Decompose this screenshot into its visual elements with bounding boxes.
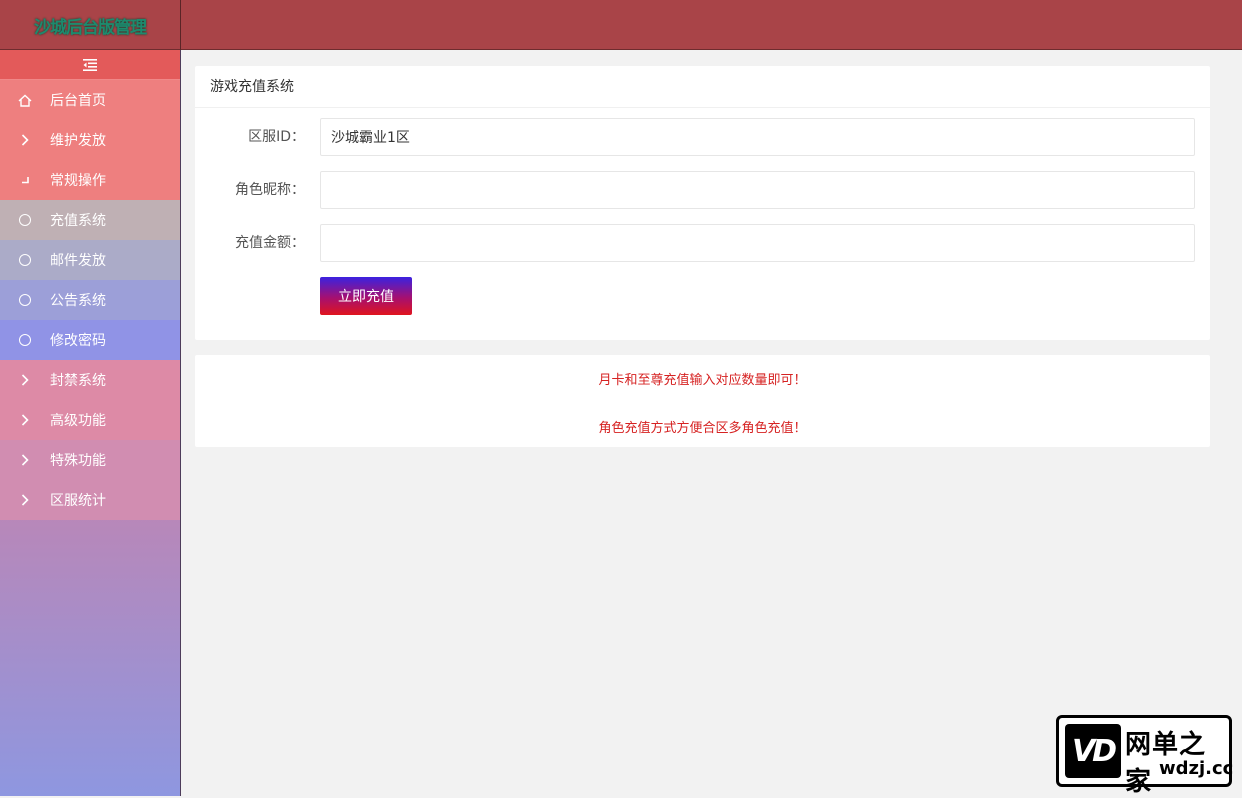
logo[interactable]: 沙城后台版管理: [0, 0, 181, 50]
circle-icon: [18, 213, 32, 227]
sidebar-item-label: 高级功能: [50, 413, 106, 429]
sidebar-item-label: 维护发放: [50, 133, 106, 149]
amount-input[interactable]: [320, 224, 1195, 262]
watermark-en-text: wdzj.cc: [1159, 758, 1234, 779]
sidebar-item-label: 后台首页: [50, 93, 106, 109]
sidebar-toggle-button[interactable]: [0, 50, 180, 80]
sidebar-item-home[interactable]: 后台首页: [0, 80, 180, 120]
chevron-down-icon: [18, 173, 32, 187]
server-id-row: 区服ID：: [195, 118, 1210, 156]
watermark-badge: VD 网单之家 wdzj.cc: [1056, 715, 1234, 797]
notice-line-2: 角色充值方式方便合区多角色充值！: [598, 421, 807, 436]
notice-card: 月卡和至尊充值输入对应数量即可！ 角色充值方式方便合区多角色充值！: [195, 355, 1210, 447]
role-name-label: 角色昵称：: [235, 182, 305, 198]
sidebar-item-label: 常规操作: [50, 173, 106, 189]
chevron-right-icon: [18, 453, 32, 467]
circle-icon: [18, 333, 32, 347]
circle-icon: [18, 293, 32, 307]
top-header: 沙城后台版管理: [0, 0, 1242, 50]
sidebar-item-maintenance[interactable]: 维护发放: [0, 120, 180, 160]
sidebar-item-password[interactable]: 修改密码: [0, 320, 180, 360]
sidebar-item-label: 公告系统: [50, 293, 106, 309]
amount-label: 充值金额：: [235, 235, 305, 251]
sidebar-item-special[interactable]: 特殊功能: [0, 440, 180, 480]
sidebar-item-label: 区服统计: [50, 493, 106, 509]
menu-fold-icon: [83, 58, 97, 71]
sidebar-item-label: 特殊功能: [50, 453, 106, 469]
submit-recharge-button[interactable]: 立即充值: [320, 277, 412, 315]
sidebar-item-advanced[interactable]: 高级功能: [0, 400, 180, 440]
sidebar-item-label: 封禁系统: [50, 373, 106, 389]
role-name-row: 角色昵称：: [195, 171, 1210, 209]
sidebar-item-regular-ops[interactable]: 常规操作: [0, 160, 180, 200]
sidebar-item-server-stats[interactable]: 区服统计: [0, 480, 180, 520]
sidebar-item-mail[interactable]: 邮件发放: [0, 240, 180, 280]
sidebar-item-label: 邮件发放: [50, 253, 106, 269]
watermark-logo-mark: VD: [1065, 724, 1121, 778]
circle-icon: [18, 253, 32, 267]
server-id-label: 区服ID：: [248, 129, 305, 145]
sidebar-item-ban[interactable]: 封禁系统: [0, 360, 180, 400]
card-title: 游戏充值系统: [195, 66, 1210, 108]
notice-line-1: 月卡和至尊充值输入对应数量即可！: [598, 373, 807, 388]
sidebar-item-label: 修改密码: [50, 333, 106, 349]
chevron-right-icon: [18, 413, 32, 427]
recharge-form-card: 游戏充值系统 区服ID： 角色昵称： 充值金额： 立即充值: [195, 66, 1210, 340]
sidebar-item-recharge[interactable]: 充值系统: [0, 200, 180, 240]
logo-text: 沙城后台版管理: [34, 17, 147, 38]
sidebar: 后台首页 维护发放 常规操作 充值系统 邮件发放 公告系统 修改密码 封禁系统: [0, 50, 181, 796]
chevron-right-icon: [18, 373, 32, 387]
home-icon: [18, 93, 32, 107]
sidebar-item-label: 充值系统: [50, 213, 106, 229]
sidebar-item-announcement[interactable]: 公告系统: [0, 280, 180, 320]
role-name-input[interactable]: [320, 171, 1195, 209]
chevron-right-icon: [18, 493, 32, 507]
server-id-input[interactable]: [320, 118, 1195, 156]
chevron-right-icon: [18, 133, 32, 147]
amount-row: 充值金额：: [195, 224, 1210, 262]
